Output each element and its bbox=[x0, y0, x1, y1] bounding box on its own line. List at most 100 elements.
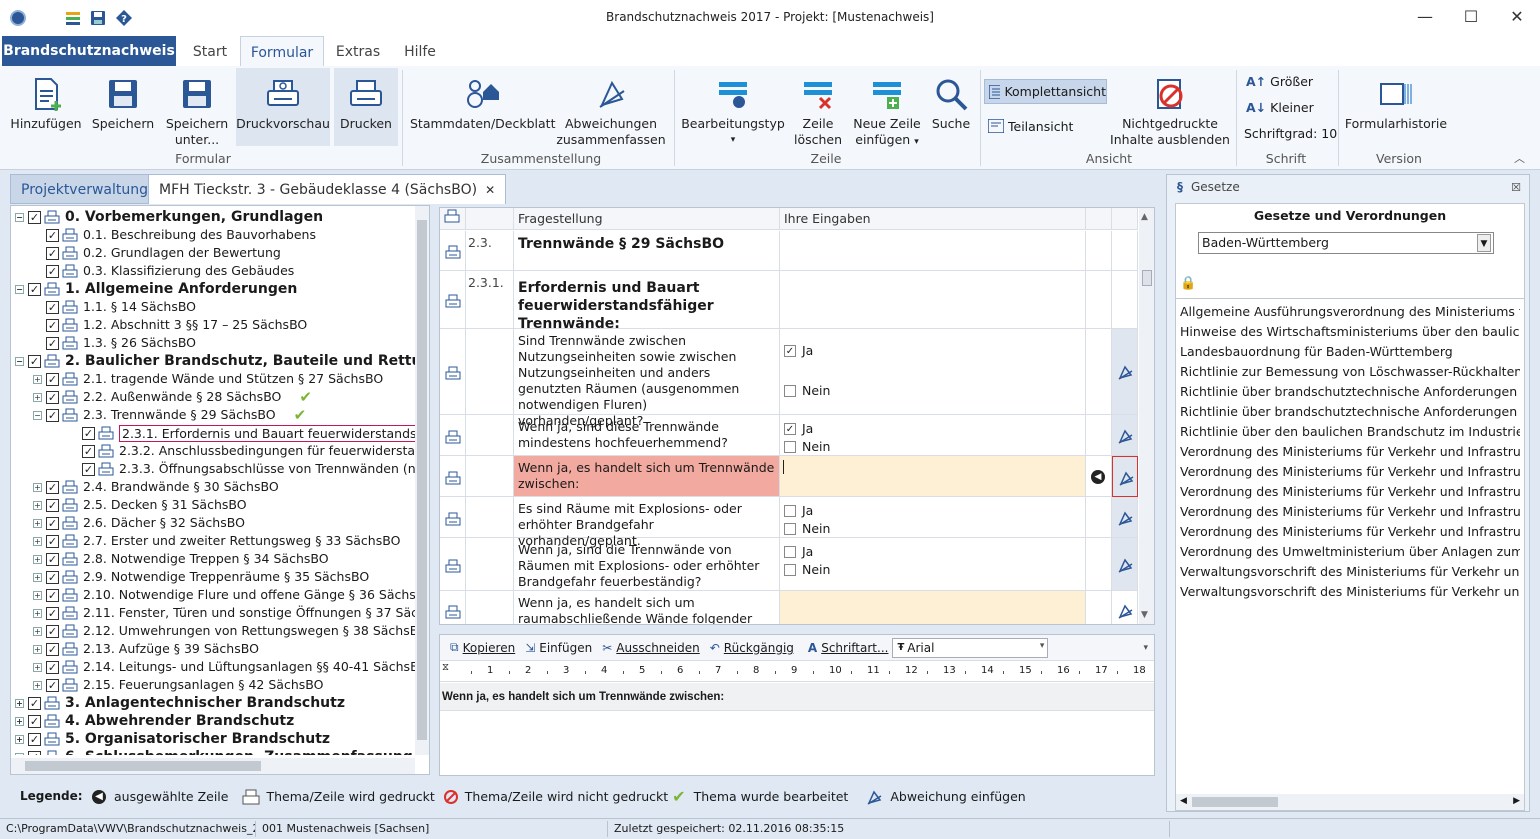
tree-item[interactable]: + ✓ 2.4. Brandwände § 30 SächsBO bbox=[33, 478, 279, 496]
bearbeitungstyp-button[interactable]: Bearbeitungstyp ▾ bbox=[680, 72, 786, 148]
tree-item[interactable]: + ✓ 2.14. Leitungs- und Lüftungsanlagen §§… bbox=[33, 658, 415, 676]
row-print-toggle[interactable] bbox=[440, 456, 466, 497]
tree-checkbox[interactable]: ✓ bbox=[46, 498, 59, 512]
scroll-thumb[interactable] bbox=[417, 220, 427, 740]
row-action-cell[interactable] bbox=[1086, 415, 1112, 456]
ja-checkbox[interactable]: ✓ Ja bbox=[784, 421, 813, 437]
expand-icon[interactable]: + bbox=[33, 536, 42, 546]
deviation-cell[interactable] bbox=[1112, 329, 1138, 415]
tree-checkbox[interactable]: ✓ bbox=[46, 642, 59, 656]
tree-checkbox[interactable]: ✓ bbox=[46, 606, 59, 620]
nichtgedruckte-button[interactable]: Nichtgedruckte Inhalte ausblenden bbox=[1110, 72, 1230, 148]
app-menu-tab[interactable]: Brandschutznachweis bbox=[2, 36, 176, 66]
tree-checkbox[interactable]: ✓ bbox=[28, 696, 41, 710]
tree-item[interactable]: + ✓ 4. Abwehrender Brandschutz bbox=[15, 712, 294, 730]
deviation-cell[interactable] bbox=[1112, 415, 1138, 456]
toolbar-overflow-icon[interactable]: ▾ bbox=[1143, 643, 1148, 653]
scroll-thumb[interactable] bbox=[1142, 270, 1152, 286]
expand-icon[interactable]: + bbox=[33, 500, 42, 510]
deviation-cell[interactable] bbox=[1112, 538, 1138, 591]
row-action-cell[interactable] bbox=[1086, 497, 1112, 538]
tree-checkbox[interactable]: ✓ bbox=[46, 390, 59, 404]
row-print-toggle[interactable] bbox=[440, 231, 466, 271]
deviation-cell[interactable] bbox=[1112, 456, 1138, 497]
tree-vscrollbar[interactable] bbox=[415, 206, 429, 755]
question-cell[interactable]: Wenn ja, sind die Trennwände von Räumen … bbox=[514, 538, 780, 591]
tree-checkbox[interactable]: ✓ bbox=[46, 516, 59, 530]
speichern-unter-button[interactable]: Speichern unter... bbox=[162, 72, 232, 148]
tree-item[interactable]: + ✓ 5. Organisatorischer Brandschutz bbox=[15, 730, 330, 748]
laws-hscrollbar[interactable]: ◀ ▶ bbox=[1176, 794, 1524, 810]
nein-checkbox[interactable]: Nein bbox=[784, 383, 830, 399]
scroll-up-icon[interactable]: ▲ bbox=[1141, 212, 1148, 222]
tree-checkbox[interactable]: ✓ bbox=[28, 282, 41, 296]
expand-icon[interactable]: + bbox=[15, 752, 24, 755]
close-panel-icon[interactable]: ☒ bbox=[1511, 181, 1521, 194]
row-print-toggle[interactable] bbox=[440, 538, 466, 591]
ja-checkbox[interactable]: Ja bbox=[784, 503, 813, 519]
tree-checkbox[interactable]: ✓ bbox=[28, 750, 41, 755]
law-item[interactable]: Richtlinie über brandschutztechnische An… bbox=[1180, 382, 1520, 402]
tree-item[interactable]: + ✓ 2.7. Erster und zweiter Rettungsweg § … bbox=[33, 532, 400, 550]
scroll-right-icon[interactable]: ▶ bbox=[1513, 796, 1520, 806]
nein-checkbox[interactable]: Nein bbox=[784, 562, 830, 578]
rueckgaengig-button[interactable]: Rückgängig bbox=[724, 641, 794, 655]
tree-checkbox[interactable]: ✓ bbox=[28, 714, 41, 728]
tab-hilfe[interactable]: Hilfe bbox=[396, 36, 444, 66]
grid-vscrollbar[interactable]: ▲ ▼ bbox=[1139, 208, 1154, 624]
einfuegen-button[interactable]: Einfügen bbox=[539, 641, 592, 655]
law-item[interactable]: Verwaltungsvorschrift des Ministeriums f… bbox=[1180, 582, 1520, 602]
ja-checkbox[interactable]: ✓ Ja bbox=[784, 343, 813, 359]
tree-checkbox[interactable]: ✓ bbox=[46, 228, 59, 242]
formularhistorie-button[interactable]: Formularhistorie bbox=[1344, 72, 1448, 132]
scroll-thumb[interactable] bbox=[1192, 797, 1278, 807]
collapse-icon[interactable]: − bbox=[33, 410, 42, 420]
row-action-cell[interactable] bbox=[1086, 271, 1112, 329]
collapse-icon[interactable]: − bbox=[15, 284, 24, 294]
scroll-left-icon[interactable]: ◀ bbox=[1180, 796, 1187, 806]
question-cell[interactable]: Trennwände § 29 SächsBO bbox=[514, 231, 780, 271]
tree-checkbox[interactable]: ✓ bbox=[46, 624, 59, 638]
expand-icon[interactable]: + bbox=[33, 626, 42, 636]
collapse-ribbon-icon[interactable]: ︿ bbox=[1514, 150, 1525, 166]
expand-icon[interactable]: + bbox=[33, 554, 42, 564]
question-cell[interactable]: Wenn ja, sind diese Trennwände mindesten… bbox=[514, 415, 780, 456]
expand-icon[interactable]: + bbox=[33, 482, 42, 492]
tree-item[interactable]: ✓ 2.3.1. Erfordernis und Bauart feuerwide… bbox=[69, 424, 415, 442]
tree-item[interactable]: ✓ 0.3. Klassifizierung des Gebäudes bbox=[33, 262, 294, 280]
tree-checkbox[interactable]: ✓ bbox=[46, 264, 59, 278]
collapse-icon[interactable]: − bbox=[15, 356, 24, 366]
tree-checkbox[interactable]: ✓ bbox=[46, 660, 59, 674]
kopieren-button[interactable]: Kopieren bbox=[463, 641, 516, 655]
input-cell[interactable]: Ja Nein bbox=[780, 497, 1086, 538]
expand-icon[interactable]: + bbox=[33, 662, 42, 672]
tree-item[interactable]: + ✓ 2.5. Decken § 31 SächsBO bbox=[33, 496, 247, 514]
tree-item[interactable]: ✓ 1.3. § 26 SächsBO bbox=[33, 334, 196, 352]
expand-icon[interactable]: + bbox=[15, 698, 24, 708]
law-item[interactable]: Hinweise des Wirtschaftsministeriums übe… bbox=[1180, 322, 1520, 342]
tree-item[interactable]: − ✓ 2. Baulicher Brandschutz, Bauteile und… bbox=[15, 352, 415, 370]
tree-item[interactable]: + ✓ 2.10. Notwendige Flure und offene Gäng… bbox=[33, 586, 415, 604]
minimize-button[interactable]: — bbox=[1402, 0, 1448, 34]
input-cell[interactable] bbox=[780, 591, 1086, 624]
speichern-button[interactable]: Speichern bbox=[88, 72, 158, 132]
ausschneiden-button[interactable]: Ausschneiden bbox=[616, 641, 699, 655]
law-item[interactable]: Landesbauordnung für Baden-Württemberg bbox=[1180, 342, 1520, 362]
law-item[interactable]: Verordnung des Ministeriums für Verkehr … bbox=[1180, 502, 1520, 522]
deviation-cell[interactable] bbox=[1112, 231, 1138, 271]
tree-item[interactable]: + ✓ 6. Schlussbemerkungen, Zusammenfassung bbox=[15, 748, 413, 755]
tree-item[interactable]: + ✓ 3. Anlagentechnischer Brandschutz bbox=[15, 694, 345, 712]
input-cell[interactable]: ✓ Ja Nein bbox=[780, 329, 1086, 415]
tree-checkbox[interactable]: ✓ bbox=[46, 534, 59, 548]
tree-item[interactable]: + ✓ 2.1. tragende Wände und Stützen § 27 S… bbox=[33, 370, 383, 388]
abweichungen-button[interactable]: Abweichungen zusammenfassen bbox=[556, 72, 666, 148]
tree-checkbox[interactable]: ✓ bbox=[82, 444, 95, 458]
deviation-cell[interactable] bbox=[1112, 497, 1138, 538]
tree-checkbox[interactable]: ✓ bbox=[46, 678, 59, 692]
font-select[interactable]: Ŧ Arial ▾ bbox=[892, 637, 1049, 658]
ja-checkbox[interactable]: Ja bbox=[784, 544, 813, 560]
editor-content[interactable]: Wenn ja, es handelt sich um Trennwände z… bbox=[440, 683, 1154, 711]
collapse-icon[interactable]: − bbox=[15, 212, 24, 222]
question-cell[interactable]: Wenn ja, es handelt sich um Trennwände z… bbox=[514, 456, 780, 497]
expand-icon[interactable]: + bbox=[15, 716, 24, 726]
